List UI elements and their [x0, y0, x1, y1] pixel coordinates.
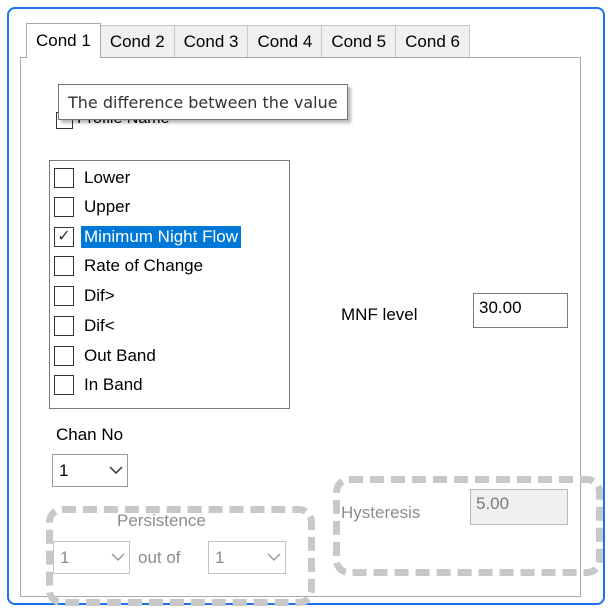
condition-checklist[interactable]: Lower Upper ✓ Minimum Night Flow Rate of… — [49, 160, 290, 409]
list-item-in-band[interactable]: In Band — [54, 372, 146, 398]
checkbox[interactable] — [54, 316, 74, 336]
tab-strip: Cond 1 Cond 2 Cond 3 Cond 4 Cond 5 Cond … — [26, 23, 470, 58]
list-item-dif-greater[interactable]: Dif> — [54, 283, 118, 309]
mnf-level-label: MNF level — [341, 305, 418, 324]
list-item-label: Out Band — [84, 346, 156, 365]
mnf-level-input[interactable]: 30.00 — [473, 293, 568, 328]
list-item-label: Dif> — [84, 286, 115, 305]
chevron-down-icon — [107, 542, 129, 573]
chevron-down-icon — [105, 455, 127, 486]
checkbox[interactable] — [54, 168, 74, 188]
tooltip: The difference between the value — [58, 84, 348, 120]
chevron-down-icon — [263, 542, 285, 573]
tab-cond-4[interactable]: Cond 4 — [247, 25, 323, 57]
persistence-count-value: 1 — [60, 547, 70, 567]
list-item-dif-less[interactable]: Dif< — [54, 313, 118, 339]
checkbox[interactable] — [54, 286, 74, 306]
checkbox[interactable] — [54, 346, 74, 366]
out-of-label: out of — [138, 548, 181, 567]
tooltip-text: The difference between the value — [68, 92, 338, 112]
persistence-window-dropdown[interactable]: 1 — [208, 541, 286, 574]
checkbox[interactable] — [54, 256, 74, 276]
persistence-count-dropdown[interactable]: 1 — [53, 541, 130, 574]
list-item-label: Minimum Night Flow — [81, 226, 241, 248]
mnf-level-value: 30.00 — [479, 298, 522, 317]
hysteresis-value: 5.00 — [476, 494, 510, 513]
persistence-window-value: 1 — [215, 547, 225, 567]
list-item-lower[interactable]: Lower — [54, 165, 133, 191]
list-item-label: Upper — [84, 197, 131, 216]
tab-cond-5[interactable]: Cond 5 — [321, 25, 397, 57]
persistence-label: Persistence — [117, 511, 206, 530]
list-item-rate-of-change[interactable]: Rate of Change — [54, 253, 206, 279]
hysteresis-label: Hysteresis — [341, 503, 421, 522]
list-item-out-band[interactable]: Out Band — [54, 343, 159, 369]
tab-cond-6[interactable]: Cond 6 — [395, 25, 470, 57]
check-icon: ✓ — [57, 228, 71, 245]
list-item-label: Lower — [84, 168, 131, 187]
checkbox[interactable] — [54, 375, 74, 395]
list-item-minimum-night-flow[interactable]: ✓ Minimum Night Flow — [54, 224, 241, 250]
tab-cond-3[interactable]: Cond 3 — [173, 25, 249, 57]
list-item-label: Rate of Change — [84, 256, 204, 275]
list-item-label: Dif< — [84, 316, 115, 335]
tab-cond-2[interactable]: Cond 2 — [99, 25, 175, 57]
checkbox[interactable] — [54, 197, 74, 217]
chan-no-value: 1 — [59, 460, 69, 480]
hysteresis-input[interactable]: 5.00 — [470, 489, 568, 525]
list-item-upper[interactable]: Upper — [54, 194, 133, 220]
list-item-label: In Band — [84, 375, 143, 394]
checkbox-checked[interactable]: ✓ — [54, 227, 74, 247]
chan-no-label: Chan No — [56, 425, 124, 444]
tab-cond-1[interactable]: Cond 1 — [26, 23, 101, 58]
chan-no-dropdown[interactable]: 1 — [52, 454, 128, 487]
